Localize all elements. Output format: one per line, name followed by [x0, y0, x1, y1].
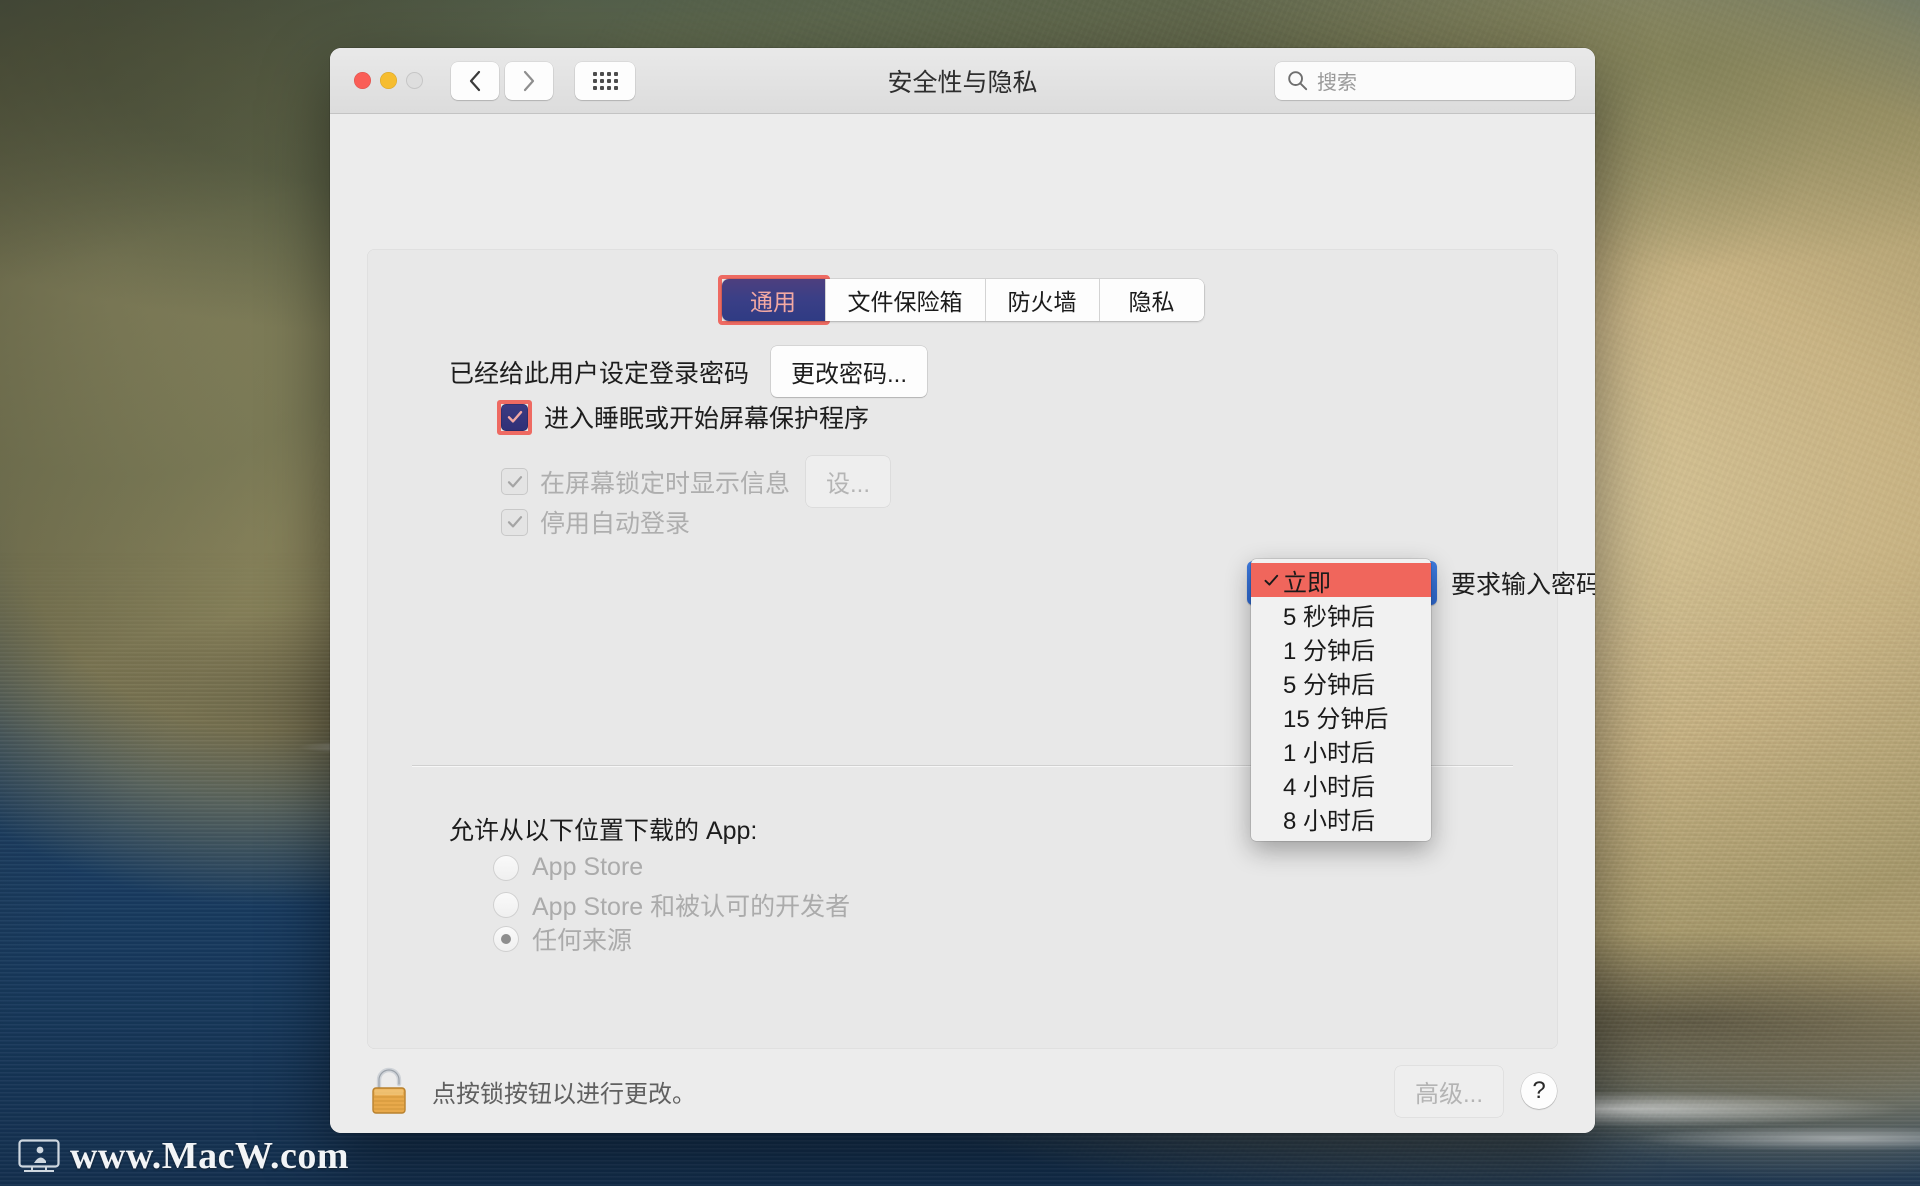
general-pane: 已经给此用户设定登录密码 更改密码... 进入睡眠或开始屏幕保护程序 在屏幕锁定… [367, 249, 1595, 1049]
navigation-button-group [451, 61, 553, 100]
disable-auto-login-checkbox-row: 停用自动登录 [501, 504, 690, 540]
help-button[interactable]: ? [1521, 1073, 1557, 1109]
menu-item-label: 5 分钟后 [1283, 671, 1376, 699]
delay-dropdown-menu[interactable]: 立即 5 秒钟后 1 分钟后 5 分钟后 15 分钟后 1 小时后 4 小时后 … [1251, 559, 1431, 841]
search-field[interactable]: 搜索 [1275, 61, 1575, 100]
watermark-text: www.MacW.com [70, 1135, 349, 1177]
checkbox-highlight-box [497, 399, 532, 435]
checkmark-icon [507, 516, 522, 528]
menu-item-label: 1 小时后 [1283, 739, 1376, 767]
radio-anywhere-row[interactable]: 任何来源 [493, 921, 632, 957]
watermark: www.MacW.com [18, 1134, 349, 1178]
menu-item-label: 5 秒钟后 [1283, 603, 1376, 631]
desktop: www.MacW.com 安全性与隐私 搜索 已经给此用户设定登录密码 更改密码… [0, 0, 1920, 1186]
checkmark-icon [507, 475, 522, 487]
preferences-body: 已经给此用户设定登录密码 更改密码... 进入睡眠或开始屏幕保护程序 在屏幕锁定… [330, 114, 1595, 1133]
lock-message-checkbox-row: 在屏幕锁定时显示信息 设... [501, 456, 891, 507]
lock-area: 点按锁按钮以进行更改。 [368, 1066, 696, 1116]
disable-auto-login-checkbox[interactable] [501, 508, 528, 536]
tab-group: 通用 文件保险箱 防火墙 隐私 [721, 279, 1204, 321]
login-password-label: 已经给此用户设定登录密码 [449, 359, 750, 388]
menu-checkmark-icon [1259, 572, 1283, 589]
window-titlebar: 安全性与隐私 搜索 [330, 48, 1595, 114]
monitor-icon [18, 1139, 60, 1172]
lock-hint-text: 点按锁按钮以进行更改。 [432, 1080, 696, 1108]
radio-selected-dot [501, 934, 511, 944]
tab-privacy[interactable]: 隐私 [1099, 279, 1204, 321]
set-lock-message-button[interactable]: 设... [806, 456, 891, 507]
system-preferences-window: 安全性与隐私 搜索 已经给此用户设定登录密码 更改密码... 进入睡眠或开始屏幕… [330, 48, 1595, 1133]
tab-bar: 通用 文件保险箱 防火墙 隐私 [330, 279, 1595, 321]
radio-anywhere[interactable] [493, 926, 519, 952]
menu-item-5-minutes[interactable]: 5 分钟后 [1251, 665, 1431, 699]
back-chevron-icon [469, 70, 481, 91]
window-bottom-bar: 点按锁按钮以进行更改。 高级... ? [330, 1049, 1595, 1133]
unlocked-padlock-icon[interactable] [368, 1066, 410, 1116]
menu-item-4-hours[interactable]: 4 小时后 [1251, 767, 1431, 801]
close-button[interactable] [354, 72, 371, 89]
radio-app-store-label: App Store [532, 853, 644, 881]
show-all-button[interactable] [575, 61, 635, 100]
menu-item-label: 1 分钟后 [1283, 637, 1376, 665]
tab-firewall[interactable]: 防火墙 [985, 279, 1100, 321]
advanced-button[interactable]: 高级... [1394, 1065, 1503, 1117]
search-icon [1288, 71, 1308, 91]
require-password-checkbox[interactable] [501, 403, 528, 431]
menu-item-5-seconds[interactable]: 5 秒钟后 [1251, 597, 1431, 631]
lock-message-checkbox[interactable] [501, 468, 528, 495]
search-placeholder: 搜索 [1317, 72, 1357, 94]
radio-app-store-and-developers-row[interactable]: App Store 和被认可的开发者 [493, 887, 850, 923]
tab-general[interactable]: 通用 [721, 279, 826, 321]
menu-item-1-hour[interactable]: 1 小时后 [1251, 733, 1431, 767]
bottom-right-buttons: 高级... ? [1394, 1065, 1557, 1117]
menu-item-label: 立即 [1283, 569, 1331, 597]
checkmark-icon [507, 411, 522, 423]
menu-item-15-minutes[interactable]: 15 分钟后 [1251, 699, 1431, 733]
disable-auto-login-label: 停用自动登录 [540, 510, 691, 538]
require-password-checkbox-row: 进入睡眠或开始屏幕保护程序 [497, 399, 869, 435]
require-password-suffix-label: 要求输入密码 [1451, 571, 1595, 599]
download-section-title: 允许从以下位置下载的 App: [449, 817, 758, 845]
menu-item-8-hours[interactable]: 8 小时后 [1251, 801, 1431, 835]
radio-app-store[interactable] [493, 854, 519, 881]
menu-item-label: 8 小时后 [1283, 807, 1376, 835]
forward-chevron-icon [523, 70, 535, 91]
menu-item-label: 4 小时后 [1283, 773, 1376, 801]
traffic-light-group [354, 72, 423, 89]
lock-message-label: 在屏幕锁定时显示信息 [540, 469, 791, 498]
login-password-row: 已经给此用户设定登录密码 更改密码... [449, 346, 928, 397]
require-password-label: 进入睡眠或开始屏幕保护程序 [544, 405, 870, 433]
forward-button[interactable] [505, 61, 553, 100]
menu-item-immediately[interactable]: 立即 [1251, 563, 1431, 597]
back-button[interactable] [451, 61, 499, 100]
tab-filevault[interactable]: 文件保险箱 [825, 279, 986, 321]
radio-anywhere-label: 任何来源 [532, 927, 633, 955]
change-password-button[interactable]: 更改密码... [771, 346, 928, 397]
radio-app-store-and-developers-label: App Store 和被认可的开发者 [532, 893, 851, 921]
radio-app-store-and-developers[interactable] [493, 892, 519, 918]
menu-item-1-minute[interactable]: 1 分钟后 [1251, 631, 1431, 665]
zoom-button[interactable] [406, 72, 423, 89]
menu-item-label: 15 分钟后 [1283, 705, 1389, 733]
minimize-button[interactable] [380, 72, 397, 89]
radio-app-store-row[interactable]: App Store [493, 853, 643, 882]
grid-icon [592, 71, 618, 90]
